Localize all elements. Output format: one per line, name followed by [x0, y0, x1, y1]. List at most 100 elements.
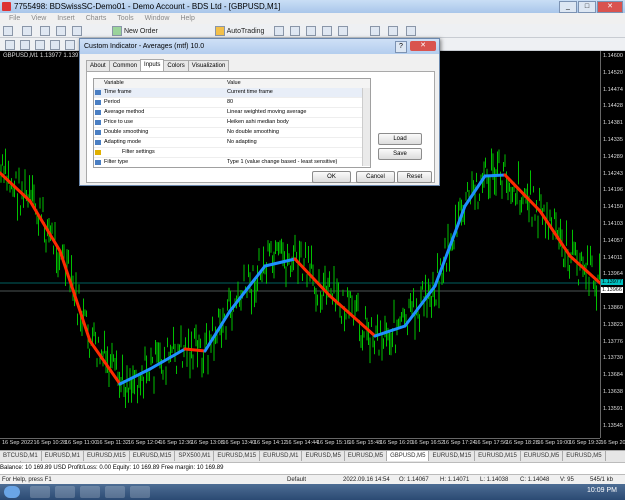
- cursor-icon[interactable]: [5, 40, 15, 50]
- grid-row[interactable]: Adapting mode No adapting: [94, 138, 370, 148]
- tab-about[interactable]: About: [86, 60, 110, 71]
- menu-window[interactable]: Window: [145, 15, 170, 22]
- chart-tab[interactable]: EURUSD,M15: [214, 451, 261, 461]
- tile-icon[interactable]: [338, 26, 348, 36]
- time-tick: 16 Sep 14:12: [254, 440, 287, 446]
- menu-view[interactable]: View: [31, 15, 46, 22]
- chart-tab[interactable]: EURUSD,M15: [84, 451, 130, 461]
- chart-tab[interactable]: EURUSD,M5: [563, 451, 606, 461]
- menu-file[interactable]: File: [9, 15, 20, 22]
- maximize-icon[interactable]: □: [578, 1, 596, 13]
- minimize-icon[interactable]: _: [559, 1, 577, 13]
- bar-chart-icon[interactable]: [274, 26, 284, 36]
- load-button[interactable]: Load: [378, 133, 422, 145]
- taskbar-app-media[interactable]: [55, 486, 75, 498]
- reset-button[interactable]: Reset: [397, 171, 432, 183]
- row-value[interactable]: No adapting: [227, 138, 257, 147]
- trendline-icon[interactable]: [65, 40, 75, 50]
- system-clock: 10:09 PM: [587, 487, 617, 494]
- grid-scrollbar[interactable]: [362, 88, 370, 166]
- templates-icon[interactable]: [406, 26, 416, 36]
- price-tick: 1.13545: [603, 422, 623, 429]
- row-value[interactable]: Linear weighted moving average: [227, 108, 307, 117]
- menu-charts[interactable]: Charts: [86, 15, 107, 22]
- taskbar-app-other[interactable]: [130, 486, 150, 498]
- periods-icon[interactable]: [388, 26, 398, 36]
- chart-tab[interactable]: EURUSD,M5: [345, 451, 388, 461]
- menu-help[interactable]: Help: [180, 15, 194, 22]
- price-tick: 1.14520: [603, 69, 623, 76]
- data-window-icon[interactable]: [56, 26, 66, 36]
- average-segment: [503, 173, 542, 213]
- chart-tab[interactable]: EURUSD,M5: [521, 451, 564, 461]
- grid-row[interactable]: Double smoothing No double smoothing: [94, 128, 370, 138]
- grid-row[interactable]: Average method Linear weighted moving ave…: [94, 108, 370, 118]
- parameter-icon: [95, 150, 101, 155]
- tab-common[interactable]: Common: [108, 60, 142, 71]
- chart-tab[interactable]: EURUSD,M15: [429, 451, 476, 461]
- chart-tab[interactable]: EURUSD,M5: [302, 451, 345, 461]
- chart-tab[interactable]: EURUSD,M1: [42, 451, 85, 461]
- vertical-line-icon[interactable]: [35, 40, 45, 50]
- row-variable: Filter settings: [122, 149, 155, 155]
- grid-row[interactable]: Price to use Heiken ashi median body: [94, 118, 370, 128]
- dialog-title: Custom Indicator - Averages (mtf) 10.0: [84, 43, 205, 50]
- price-tick: 1.14243: [603, 170, 623, 177]
- row-value[interactable]: Type 1 (value change based - least sensi…: [227, 158, 337, 167]
- grid-row[interactable]: Time frame Current time frame: [94, 88, 370, 98]
- chart-tab[interactable]: GBPUSD,M5: [387, 451, 430, 461]
- time-tick: 16 Sep 12:04: [128, 440, 161, 446]
- new-chart-icon[interactable]: [3, 26, 13, 36]
- market-watch-icon[interactable]: [40, 26, 50, 36]
- grid-row[interactable]: Filter type Type 1 (value change based - …: [94, 158, 370, 167]
- crosshair-icon[interactable]: [20, 40, 30, 50]
- ask-price-label: 1.13966: [601, 287, 623, 293]
- column-value: Value: [227, 80, 241, 86]
- time-tick: 16 Sep 15:16: [317, 440, 350, 446]
- profiles-icon[interactable]: [22, 26, 32, 36]
- cancel-button[interactable]: Cancel: [356, 171, 395, 183]
- candles-icon[interactable]: [290, 26, 300, 36]
- window-titlebar: 7755498: BDSwissSC-Demo01 - Demo Account…: [0, 0, 625, 13]
- time-tick: 16 Sep 15:48: [348, 440, 382, 446]
- tab-colors[interactable]: Colors: [163, 60, 189, 71]
- row-value[interactable]: 80: [227, 98, 233, 107]
- tab-inputs[interactable]: Inputs: [140, 59, 165, 71]
- autotrading-button[interactable]: AutoTrading: [215, 26, 264, 36]
- average-segment: [183, 347, 207, 353]
- chart-tab[interactable]: EURUSD,M15: [130, 451, 176, 461]
- price-tick: 1.13776: [603, 338, 623, 345]
- time-axis: 16 Sep 2022 16 Sep 10:28 16 Sep 11:00 16 Se…: [0, 438, 625, 450]
- average-segment: [228, 264, 267, 313]
- horizontal-line-icon[interactable]: [50, 40, 60, 50]
- ok-button[interactable]: OK: [312, 171, 351, 183]
- price-tick: 1.14057: [603, 237, 623, 244]
- menu-insert[interactable]: Insert: [57, 15, 75, 22]
- new-order-button[interactable]: New Order: [112, 26, 158, 36]
- taskbar-app-terminal[interactable]: [105, 486, 125, 498]
- navigator-icon[interactable]: [72, 26, 82, 36]
- chart-tab[interactable]: EURUSD,M15: [475, 451, 521, 461]
- help-icon[interactable]: ?: [395, 41, 407, 53]
- taskbar-app-explorer[interactable]: [30, 486, 50, 498]
- row-value[interactable]: No double smoothing: [227, 128, 279, 137]
- save-button[interactable]: Save: [378, 148, 422, 160]
- zoom-in-icon[interactable]: [306, 26, 316, 36]
- zoom-out-icon[interactable]: [322, 26, 332, 36]
- taskbar-app-browser[interactable]: [80, 486, 100, 498]
- close-icon[interactable]: ✕: [597, 1, 623, 13]
- chart-tab[interactable]: SPX500,M1: [175, 451, 215, 461]
- time-tick: 16 Sep 19:00: [537, 440, 571, 446]
- row-value[interactable]: Current time frame: [227, 88, 273, 97]
- grid-row[interactable]: Period 80: [94, 98, 370, 108]
- chart-tab[interactable]: EURUSD,M1: [260, 451, 303, 461]
- dialog-close-icon[interactable]: ✕: [410, 41, 436, 51]
- row-value[interactable]: Heiken ashi median body: [227, 118, 289, 127]
- row-variable: Adapting mode: [104, 139, 141, 145]
- menu-tools[interactable]: Tools: [117, 15, 133, 22]
- grid-row[interactable]: Filter settings: [94, 148, 370, 158]
- indicators-icon[interactable]: [370, 26, 380, 36]
- start-button[interactable]: [4, 486, 20, 498]
- chart-tab[interactable]: BTCUSD,M1: [0, 451, 42, 461]
- tab-visualization[interactable]: Visualization: [187, 60, 230, 71]
